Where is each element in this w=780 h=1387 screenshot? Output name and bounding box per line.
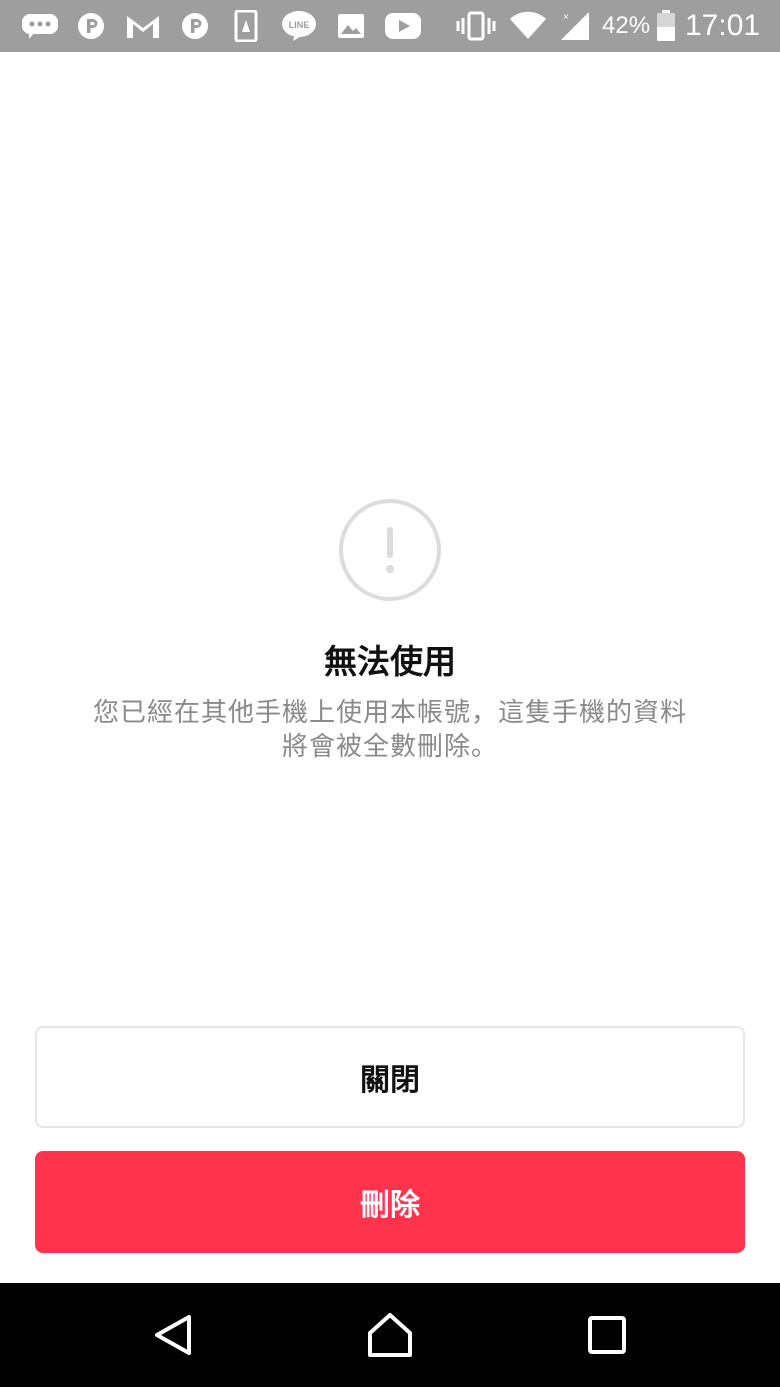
parking-app-icon — [180, 10, 210, 42]
dialog-message: 您已經在其他手機上使用本帳號，這隻手機的資料將會被全數刪除。 — [92, 698, 687, 762]
close-button[interactable]: 關閉 — [35, 1026, 745, 1128]
home-icon — [368, 1313, 412, 1357]
vibrate-icon — [455, 10, 497, 42]
clock: 17:01 — [685, 9, 761, 42]
dialog-title: 無法使用 — [324, 642, 456, 681]
wifi-icon — [508, 10, 548, 42]
delete-button-label: 刪除 — [360, 1188, 420, 1223]
battery-percent: 42% — [602, 12, 651, 39]
screen: LINE × 42% 17:01 無法使用 您已經在其他手機上使用本帳號，這隻手… — [0, 0, 780, 1387]
svg-text:LINE: LINE — [289, 20, 310, 30]
svg-text:×: × — [563, 12, 569, 23]
back-button[interactable] — [147, 1309, 199, 1361]
chat-bubble-icon — [20, 10, 60, 42]
battery-icon — [655, 10, 677, 42]
line-icon: LINE — [280, 10, 318, 42]
recents-icon — [588, 1316, 626, 1354]
home-button[interactable] — [364, 1309, 416, 1361]
back-icon — [155, 1315, 191, 1355]
exclamation-circle-icon — [338, 498, 442, 602]
navigation-bar — [0, 1283, 780, 1387]
gmail-icon — [124, 10, 162, 42]
delete-button[interactable]: 刪除 — [35, 1151, 745, 1253]
image-icon — [336, 10, 366, 42]
recents-button[interactable] — [581, 1309, 633, 1361]
status-bar: LINE × 42% 17:01 — [0, 0, 780, 52]
sim-app-icon — [233, 10, 259, 42]
close-button-label: 關閉 — [360, 1063, 420, 1098]
youtube-icon — [383, 10, 423, 42]
signal-icon: × — [558, 10, 592, 42]
parking-app-icon — [76, 10, 106, 42]
